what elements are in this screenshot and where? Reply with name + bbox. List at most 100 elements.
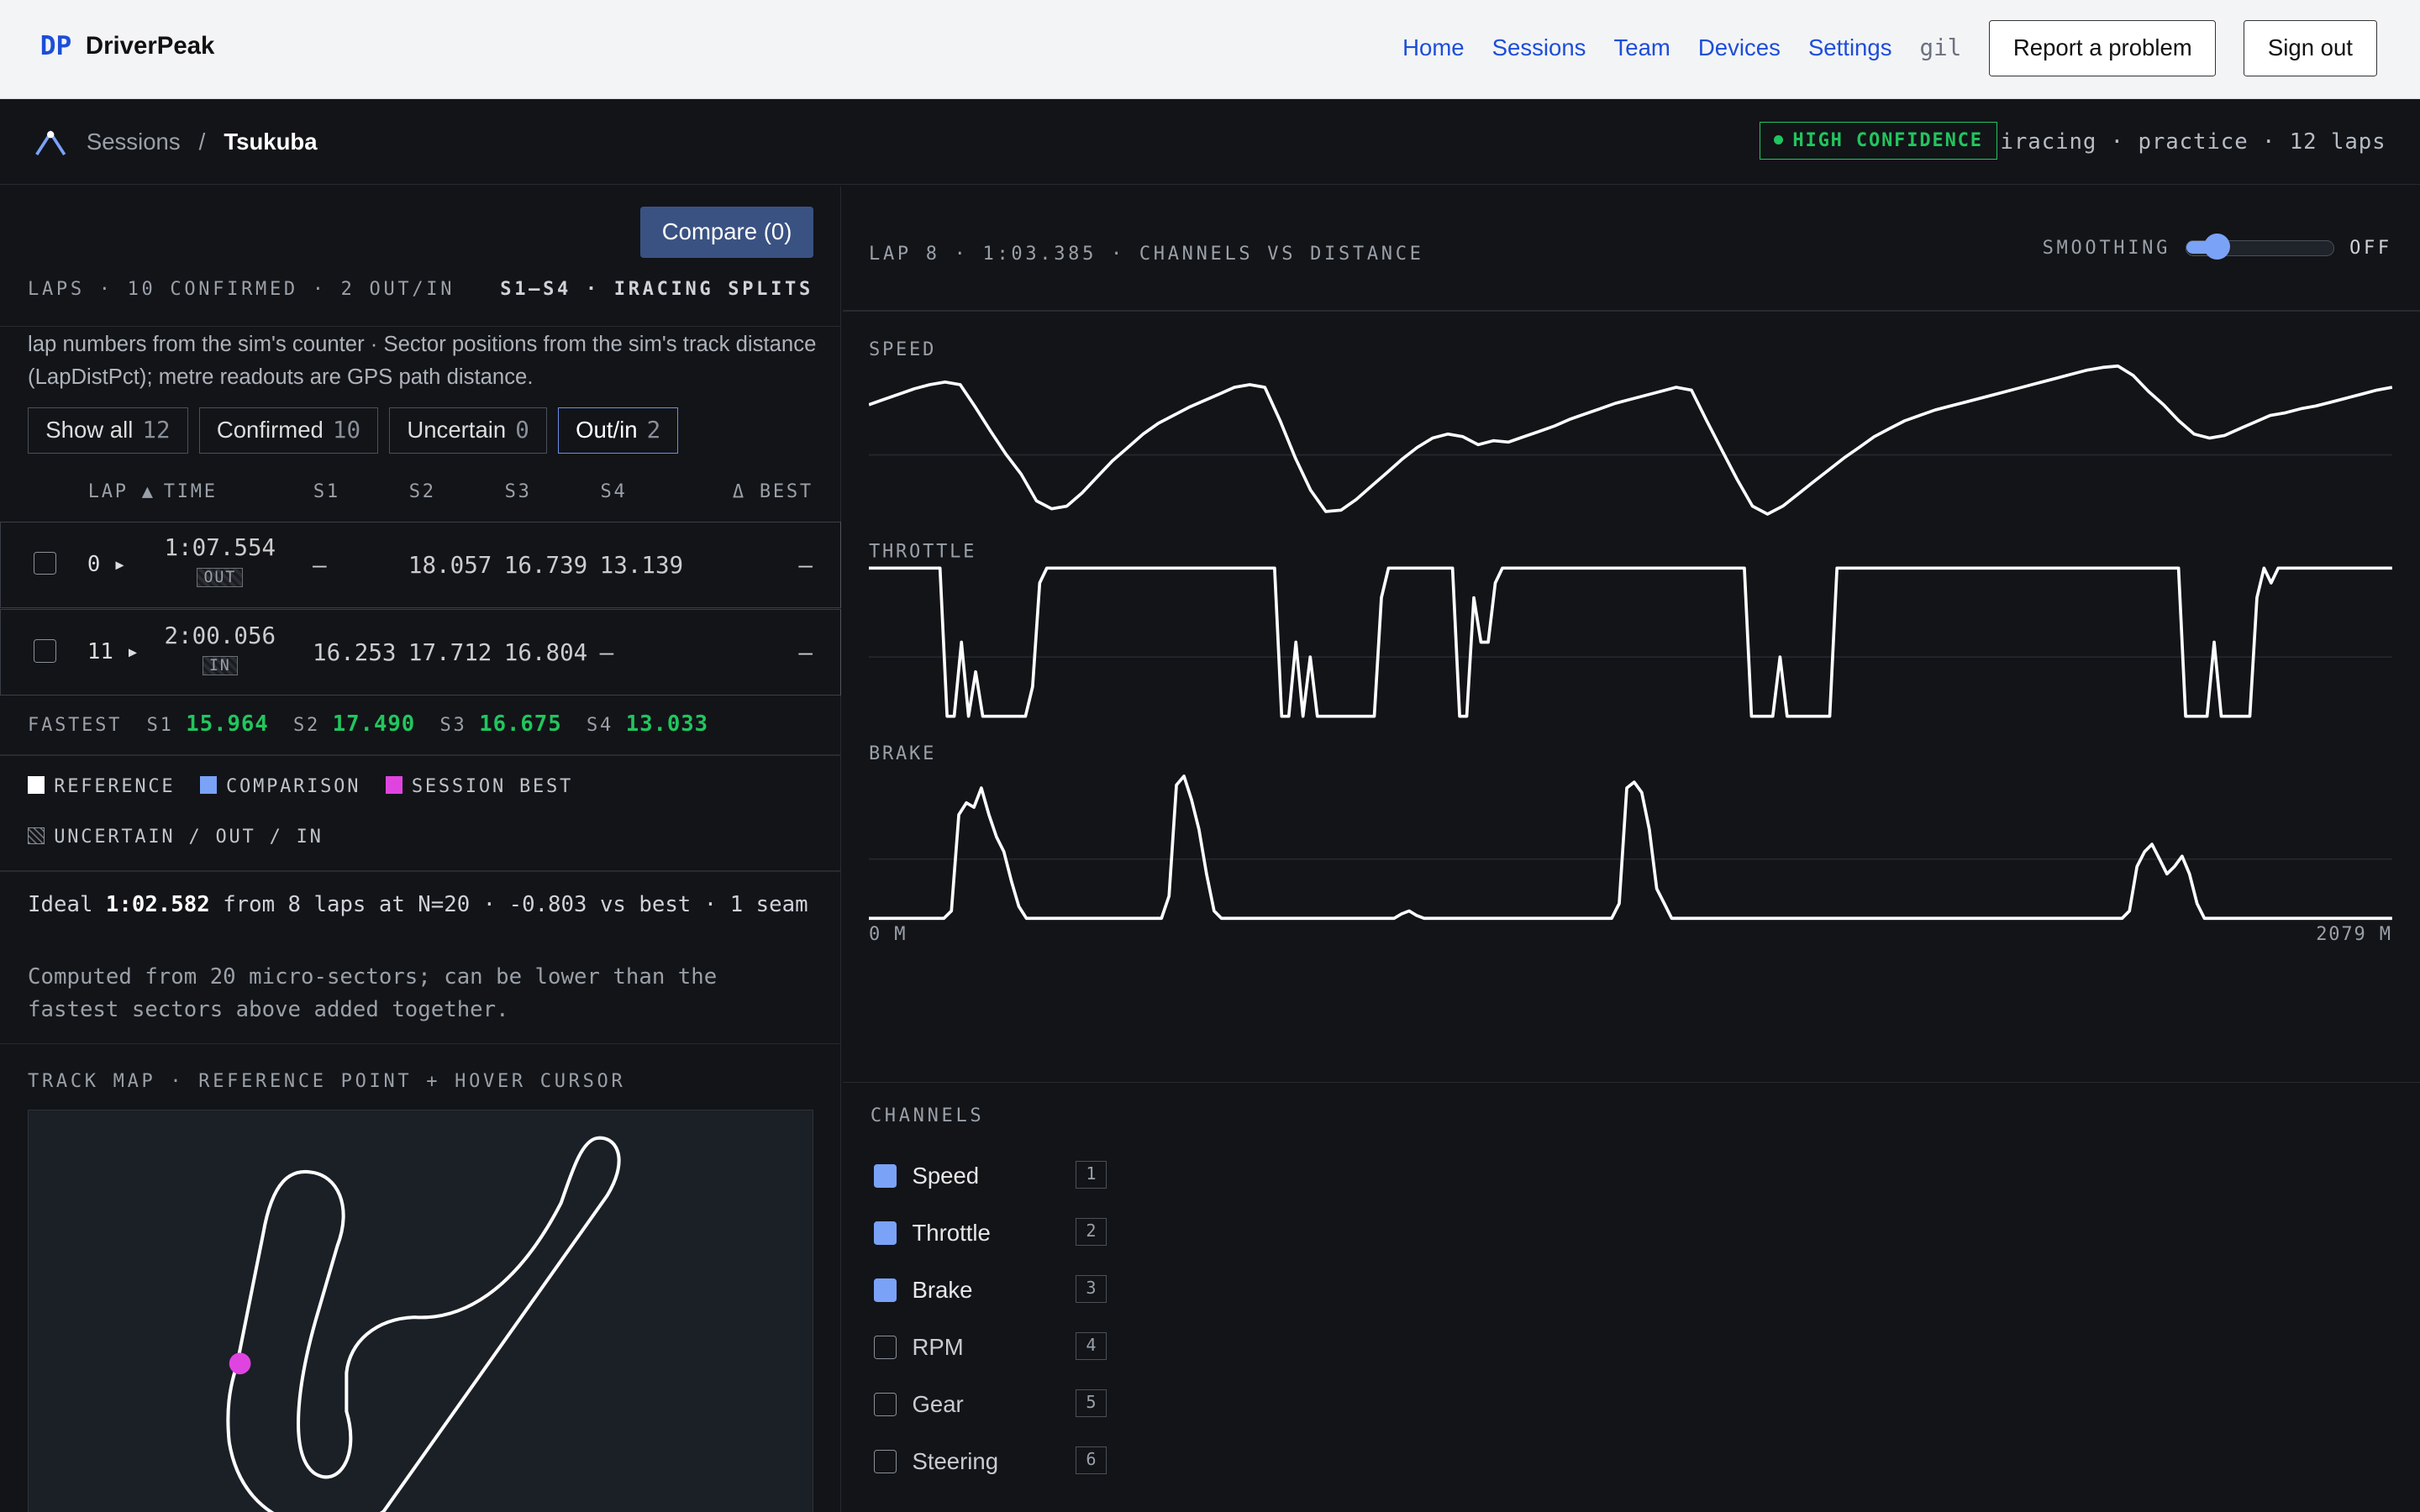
session-header: Sessions / Tsukuba HIGH CONFIDENCE iraci… (0, 99, 2420, 186)
channel-speed[interactable]: Speed 1 (873, 1161, 1107, 1189)
filter-confirmed[interactable]: Confirmed 10 (198, 407, 379, 454)
channel-checkbox[interactable] (873, 1221, 897, 1245)
channel-name: Throttle (912, 1219, 991, 1246)
s3-value: 16.804 (503, 639, 588, 667)
channel-checkbox[interactable] (873, 1336, 897, 1359)
filter-count: 2 (646, 417, 661, 444)
nav-devices[interactable]: Devices (1698, 34, 1781, 61)
splits-label: S1–S4 · IRACING SPLITS (500, 279, 813, 301)
legend-comparison-label: COMPARISON (226, 775, 361, 797)
col-time[interactable]: TIME (164, 481, 218, 502)
channel-checkbox[interactable] (873, 1450, 897, 1473)
s2-value: 18.057 (408, 551, 492, 579)
s3-value: 16.739 (503, 551, 588, 579)
compare-button[interactable]: Compare (0) (640, 207, 813, 258)
legend-uncertain-label: UNCERTAIN / OUT / IN (54, 827, 324, 848)
channel-key: 2 (1076, 1218, 1107, 1247)
channel-key: 1 (1076, 1161, 1107, 1189)
channel-throttle[interactable]: Throttle 2 (873, 1218, 1107, 1247)
ideal-suffix: from 8 laps at N=20 · -0.803 vs best · 1… (223, 891, 808, 917)
brand[interactable]: DP DriverPeak (40, 31, 215, 61)
breadcrumb-sessions[interactable]: Sessions (87, 129, 181, 155)
track-map[interactable] (28, 1109, 813, 1512)
filter-label: Uncertain (407, 417, 507, 444)
channel-name: Steering (912, 1447, 999, 1474)
laps-panel: Compare (0) LAPS · 10 CONFIRMED · 2 OUT/… (0, 186, 841, 1512)
s1-value: 16.253 (313, 639, 397, 667)
legend-comparison: COMPARISON (199, 775, 361, 797)
out-tag: OUT (197, 568, 244, 588)
legend-session-best-label: SESSION BEST (411, 775, 574, 797)
reference-point-marker (229, 1352, 251, 1374)
confidence-text: HIGH CONFIDENCE (1792, 130, 1983, 152)
legend-session-best: SESSION BEST (385, 775, 574, 797)
channel-key: 4 (1076, 1332, 1107, 1361)
table-row[interactable]: 11 ▸ 2:00.056 IN 16.253 17.712 16.804 — — (0, 609, 841, 696)
col-s3[interactable]: S3 (505, 481, 532, 502)
table-row[interactable]: 0 ▸ 1:07.554 OUT — 18.057 16.739 13.139 — (0, 521, 841, 608)
row-checkbox[interactable] (33, 639, 57, 663)
hatched-swatch-icon (28, 827, 45, 845)
col-s1[interactable]: S1 (313, 481, 340, 502)
col-delta[interactable]: Δ BEST (733, 481, 813, 502)
smoothing-control: SMOOTHING OFF (2042, 233, 2392, 260)
chart-label-throttle: THROTTLE (869, 541, 976, 562)
channel-gear[interactable]: Gear 5 (873, 1389, 1107, 1418)
lap-number[interactable]: 11 ▸ (87, 639, 139, 664)
comparison-swatch-icon (199, 776, 218, 794)
lap-filters: Show all 12 Confirmed 10 Uncertain 0 Out/in… (28, 407, 679, 454)
slider-handle[interactable] (2203, 233, 2230, 260)
channel-name: Brake (912, 1276, 973, 1303)
track-map-svg (226, 1136, 621, 1512)
channels-chart-svg[interactable]: SPEED THROTTLE BRAKE 0 M 2079 M (868, 335, 2396, 953)
channels-label: CHANNELS (870, 1105, 985, 1127)
sign-out-button[interactable]: Sign out (2244, 19, 2377, 76)
nav-settings[interactable]: Settings (1808, 34, 1892, 61)
smoothing-label: SMOOTHING (2042, 237, 2171, 259)
distance-start-label: 0 M (869, 924, 907, 945)
legend-reference: REFERENCE (28, 776, 175, 797)
smoothing-slider[interactable] (2186, 233, 2334, 260)
filter-uncertain[interactable]: Uncertain 0 (389, 407, 548, 454)
channel-checkbox[interactable] (873, 1278, 897, 1302)
filter-out-in[interactable]: Out/in 2 (557, 407, 679, 454)
ideal-lap: Ideal 1:02.582 from 8 laps at N=20 · -0.… (28, 889, 815, 921)
channel-key: 3 (1076, 1275, 1107, 1304)
channel-steering[interactable]: Steering 6 (873, 1446, 1107, 1475)
filter-label: Out/in (576, 417, 638, 444)
chart-label-speed: SPEED (869, 339, 936, 360)
ideal-prefix: Ideal (28, 891, 93, 917)
channel-key: 6 (1076, 1446, 1107, 1475)
fastest-s1: 15.964 (186, 711, 269, 737)
distance-end-label: 2079 M (2316, 924, 2392, 945)
breadcrumb-current: Tsukuba (224, 128, 318, 155)
top-bar: DP DriverPeak Home Sessions Team Devices… (0, 0, 2420, 99)
laps-summary: LAPS · 10 CONFIRMED · 2 OUT/IN (28, 279, 455, 301)
filter-show-all[interactable]: Show all 12 (28, 407, 188, 454)
fastest-s3-label: S3 (439, 714, 467, 736)
nav-team[interactable]: Team (1613, 34, 1670, 61)
filter-count: 0 (515, 417, 529, 444)
nav-home[interactable]: Home (1402, 34, 1464, 61)
report-problem-button[interactable]: Report a problem (1989, 19, 2217, 76)
track-outline (226, 1136, 621, 1512)
session-best-swatch-icon (385, 776, 402, 794)
lap-number[interactable]: 0 ▸ (87, 552, 126, 577)
lap-time: 1:07.554 OUT (163, 534, 277, 588)
smoothing-value: OFF (2349, 237, 2392, 259)
col-lap[interactable]: LAP ▲ (88, 481, 155, 502)
col-s4[interactable]: S4 (600, 481, 627, 502)
row-checkbox[interactable] (33, 551, 57, 575)
username: gil (1919, 34, 1962, 62)
delta-value: — (798, 639, 813, 667)
channel-charts[interactable]: SPEED THROTTLE BRAKE 0 M 2079 M (868, 335, 2396, 959)
channel-rpm[interactable]: RPM 4 (873, 1332, 1107, 1361)
channel-brake[interactable]: Brake 3 (873, 1275, 1107, 1304)
channel-checkbox[interactable] (873, 1393, 897, 1416)
channel-checkbox[interactable] (873, 1164, 897, 1188)
nav-sessions[interactable]: Sessions (1492, 34, 1586, 61)
reference-swatch-icon (28, 776, 45, 794)
chart-title: LAP 8 · 1:03.385 · CHANNELS VS DISTANCE (869, 244, 1424, 265)
col-s2[interactable]: S2 (409, 481, 436, 502)
breadcrumb: Sessions / Tsukuba (34, 127, 318, 158)
